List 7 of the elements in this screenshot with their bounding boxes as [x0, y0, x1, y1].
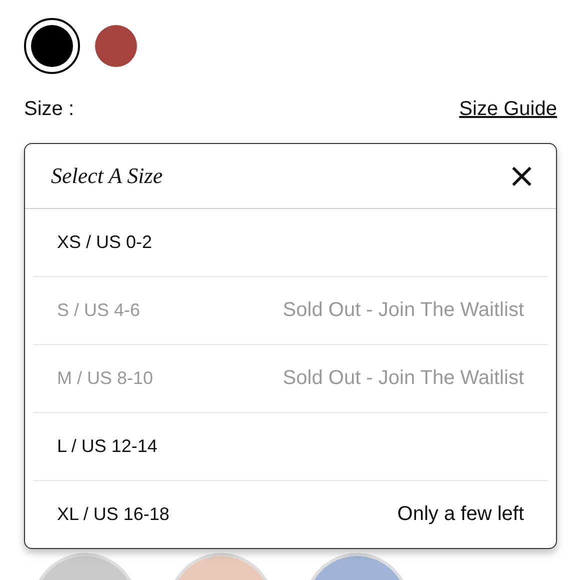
size-option[interactable]: L / US 12-14 [33, 413, 548, 481]
close-button[interactable]: × [508, 159, 536, 193]
size-label: Size : [24, 98, 74, 121]
size-guide-link[interactable]: Size Guide [459, 98, 557, 121]
size-option[interactable]: XS / US 0-2 [33, 209, 548, 277]
size-option[interactable]: XL / US 16-18 Only a few left [33, 481, 548, 548]
dropdown-title: Select A Size [51, 163, 163, 189]
